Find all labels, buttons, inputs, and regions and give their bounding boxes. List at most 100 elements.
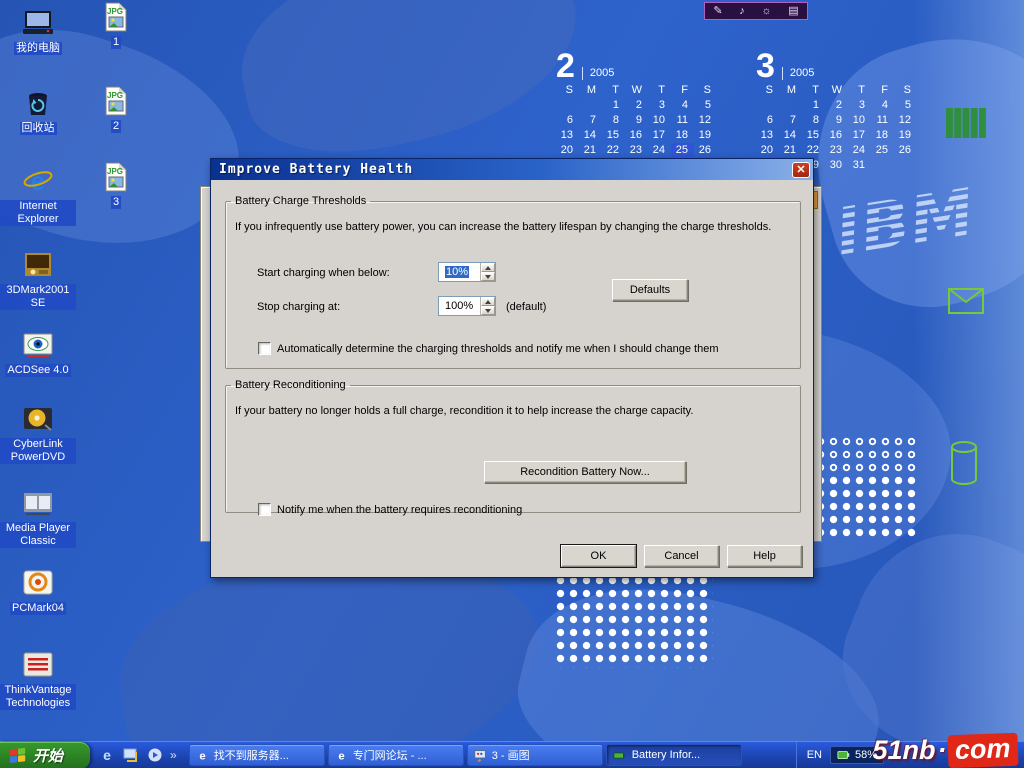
calendar-date: 14 [579,128,602,142]
show-desktop-icon[interactable] [122,746,140,764]
calendar-day-header: W [825,83,848,97]
calendar-date: 4 [871,98,894,112]
spin-down-button[interactable] [481,306,495,315]
spin-up-button[interactable] [481,263,495,272]
pen-icon[interactable]: ✎ [713,6,722,17]
stop-charging-label: Stop charging at: [257,301,340,313]
language-indicator[interactable]: EN [807,749,822,761]
desktop-icon-label: ThinkVantage Technologies [0,684,76,710]
calendar-date: 20 [756,143,779,157]
desktop-icon-3dmark2001[interactable]: 3DMark2001 SE [0,248,76,310]
taskbar-task-battery-information[interactable]: Battery Infor... [606,744,742,766]
checkbox-box[interactable] [258,503,271,516]
calendar-date: 23 [825,143,848,157]
desktop-icon-thinkvantage[interactable]: ThinkVantage Technologies [0,648,76,710]
calendar-date: 17 [648,128,671,142]
watermark-dot: · [937,735,946,766]
calendar-day-header: W [625,83,648,97]
ie-icon: e [196,749,209,762]
desktop-icon-label: 2 [111,120,121,133]
calendar-date: 13 [756,128,779,142]
music-icon[interactable]: ♪ [739,6,745,17]
group-title: Battery Reconditioning [231,379,350,391]
taskbar-task-forum[interactable]: e 专门网论坛 - ... [328,744,464,766]
my-computer-icon [21,6,55,40]
checkbox-label[interactable]: Automatically determine the charging thr… [277,343,718,355]
checkbox-box[interactable] [258,342,271,355]
start-button[interactable]: 开始 [0,742,90,768]
calendar-date [579,98,602,112]
svg-text:e: e [103,747,111,763]
quick-launch-overflow-chevron[interactable]: » [170,748,177,762]
group-title: Battery Charge Thresholds [231,195,370,207]
defaults-button[interactable]: Defaults [612,279,688,301]
desktop-icon-jpg-3[interactable]: JPG 3 [78,160,154,209]
quick-launch: e » [90,742,185,768]
auto-determine-checkbox[interactable]: Automatically determine the charging thr… [258,342,718,355]
checkbox-label[interactable]: Notify me when the battery requires reco… [277,504,522,516]
watermark: 51nb · com [872,734,1018,767]
dialog-titlebar[interactable]: Improve Battery Health ✕ [211,159,813,180]
desktop-icon-label: PCMark04 [10,602,66,615]
taskbar-task-paint[interactable]: 3 - 画图 [467,744,603,766]
svg-text:JPG: JPG [107,91,123,100]
battery-tray-icon [837,750,851,760]
calendar-day-header: T [802,83,825,97]
calendar-date: 7 [579,113,602,127]
start-threshold-spinner[interactable]: 10% [438,262,496,282]
jpg-file-icon: JPG [99,84,133,118]
taskbar: 开始 e » [0,741,1024,768]
jpg-file-icon: JPG [99,160,133,194]
calendar-date: 2 [625,98,648,112]
close-button[interactable]: ✕ [792,162,810,178]
calendar-date [556,98,579,112]
calendar-date: 19 [694,128,717,142]
help-button[interactable]: Help [727,545,802,567]
calendar-date: 16 [625,128,648,142]
spin-down-button[interactable] [481,272,495,281]
brightness-icon[interactable]: ☼ [761,6,771,17]
calendar-day-header: S [556,83,579,97]
desktop-icon-label: Media Player Classic [0,522,76,548]
calendar-date: 21 [779,143,802,157]
desktop-icon-internet-explorer[interactable]: e Internet Explorer [0,164,76,226]
calendar-date: 26 [894,143,917,157]
calendar-date: 22 [602,143,625,157]
calendar-day-header: F [871,83,894,97]
calendar-date [894,158,917,172]
calendar-day-header: S [694,83,717,97]
presentation-toolbar[interactable]: ✎ ♪ ☼ ▤ [704,2,808,20]
calendar-date: 8 [602,113,625,127]
svg-text:JPG: JPG [107,7,123,16]
notes-icon[interactable]: ▤ [788,6,798,17]
calendar-date: 14 [779,128,802,142]
desktop-icon-media-player-classic[interactable]: Media Player Classic [0,486,76,548]
desktop-icon-powerdvd[interactable]: CyberLink PowerDVD [0,402,76,464]
media-player-quicklaunch-icon[interactable] [146,746,164,764]
taskbar-task-server-not-found[interactable]: e 找不到服务器... [189,744,325,766]
desktop-icon-pcmark04[interactable]: PCMark04 [0,566,76,615]
calendar-date: 7 [779,113,802,127]
task-label: Battery Infor... [632,749,700,761]
start-label: 开始 [33,745,63,766]
desktop-icon-jpg-1[interactable]: JPG 1 [78,0,154,49]
desktop-icon-jpg-2[interactable]: JPG 2 [78,84,154,133]
notify-reconditioning-checkbox[interactable]: Notify me when the battery requires reco… [258,503,522,516]
calendar-year: 2005 [582,67,614,80]
desktop-icon-recycle-bin[interactable]: 回收站 [0,86,76,135]
watermark-brand: 51nb [872,735,935,766]
calendar-date: 9 [625,113,648,127]
svg-text:e: e [31,167,45,195]
ie-quicklaunch-icon[interactable]: e [98,746,116,764]
spin-up-button[interactable] [481,297,495,306]
calendar-date: 18 [671,128,694,142]
stop-threshold-value: 100% [439,297,480,315]
desktop-icon-my-computer[interactable]: 我的电脑 [0,6,76,55]
desktop-icon-acdsee[interactable]: ACDSee 4.0 [0,328,76,377]
calendar-year: 2005 [782,67,814,80]
cancel-button[interactable]: Cancel [644,545,719,567]
recondition-battery-button[interactable]: Recondition Battery Now... [484,461,686,483]
calendar-date: 11 [671,113,694,127]
ok-button[interactable]: OK [561,545,636,567]
stop-threshold-spinner[interactable]: 100% [438,296,496,316]
